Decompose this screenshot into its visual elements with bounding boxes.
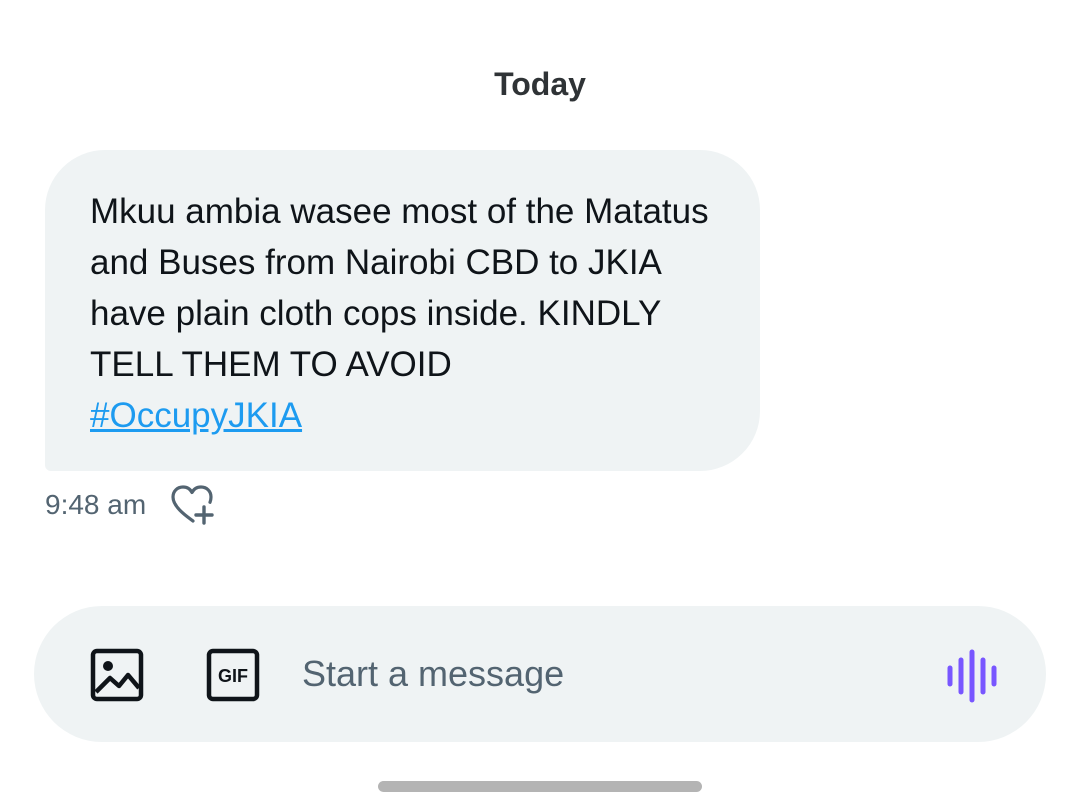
add-gif-button[interactable]: GIF [204, 646, 262, 704]
voice-wave-icon [947, 649, 997, 703]
gif-label: GIF [218, 666, 248, 686]
message-body: Mkuu ambia wasee most of the Matatus and… [90, 192, 709, 384]
day-divider: Today [494, 66, 586, 102]
hashtag-link[interactable]: #OccupyJKIA [90, 396, 302, 435]
message-text: Mkuu ambia wasee most of the Matatus and… [90, 186, 730, 441]
message-composer: GIF [34, 606, 1046, 742]
message-timestamp: 9:48 am [45, 489, 147, 520]
gif-icon: GIF [206, 648, 260, 702]
add-image-button[interactable] [90, 646, 144, 704]
heart-plus-icon [171, 485, 214, 525]
voice-message-button[interactable] [944, 648, 1000, 704]
add-reaction-button[interactable] [168, 483, 216, 527]
message-bubble[interactable]: Mkuu ambia wasee most of the Matatus and… [45, 150, 760, 471]
message-meta: 9:48 am [45, 485, 216, 525]
image-icon [90, 648, 144, 702]
home-indicator[interactable] [378, 781, 702, 792]
message-input[interactable] [296, 640, 908, 708]
